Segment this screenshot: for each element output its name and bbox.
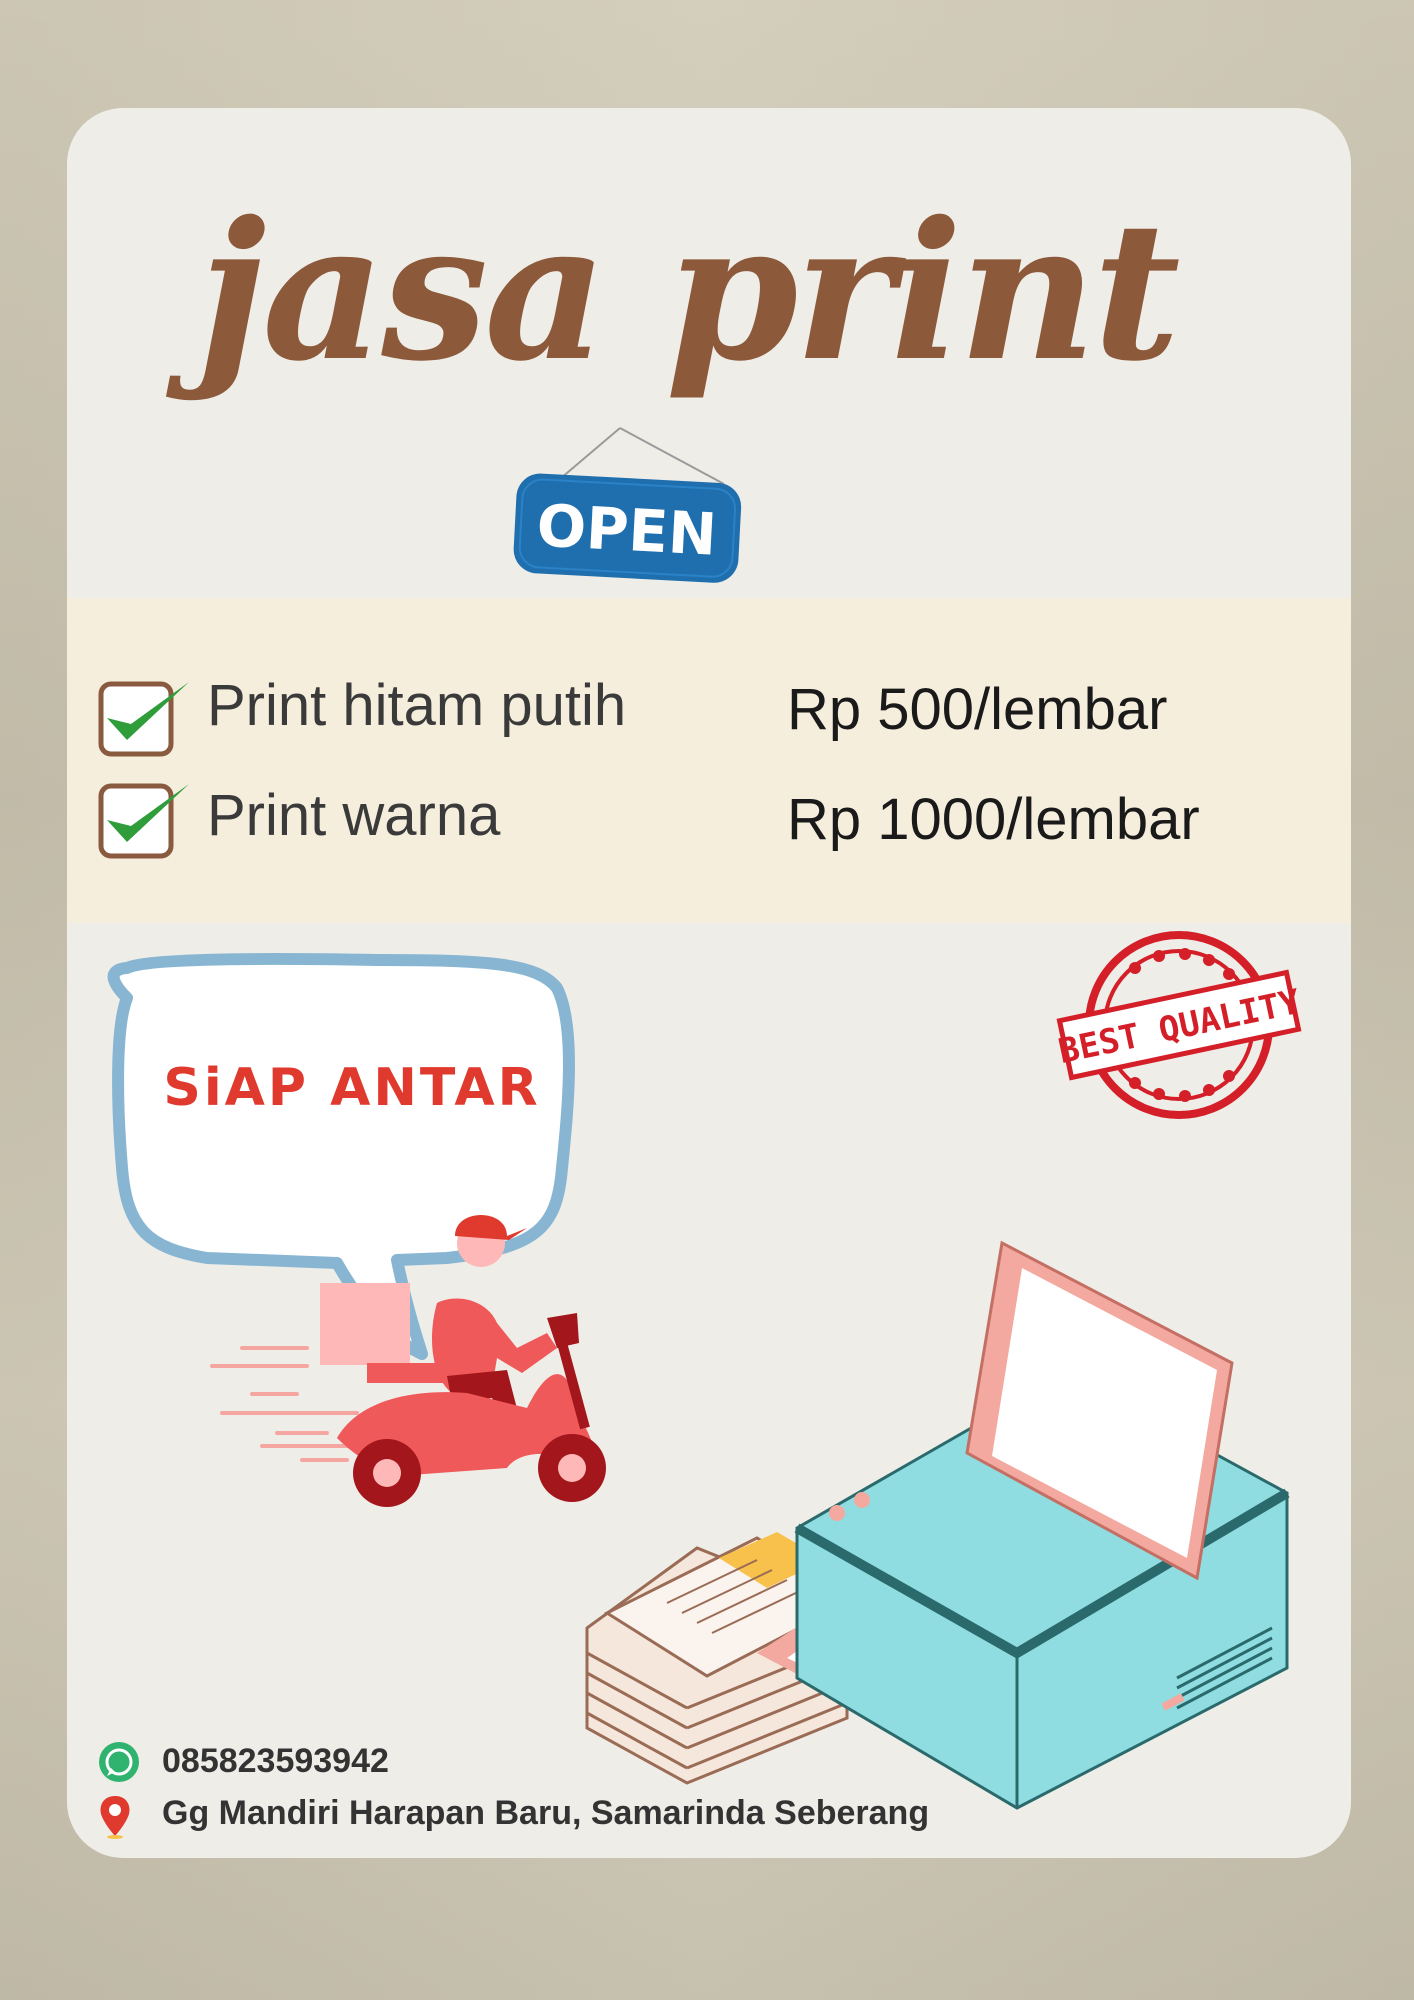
location-pin-icon — [100, 1796, 130, 1839]
poster-card: jasa print OPEN Print hitam putih Rp 500… — [67, 108, 1351, 1858]
illustration-scene: BEST QUALITY — [107, 931, 1304, 1810]
contact-address-row: Gg Mandiri Harapan Baru, Samarinda Seber… — [97, 1790, 1097, 1839]
stamp-icon: BEST QUALITY — [1055, 931, 1304, 1119]
whatsapp-icon — [99, 1742, 139, 1782]
phone-number: 085823593942 — [162, 1742, 389, 1780]
address: Gg Mandiri Harapan Baru, Samarinda Seber… — [162, 1794, 930, 1832]
contact-phone-row: 085823593942 — [97, 1738, 1097, 1786]
printer-icon — [585, 1240, 1290, 1810]
delivery-label: SiAP ANTAR — [163, 1058, 541, 1118]
